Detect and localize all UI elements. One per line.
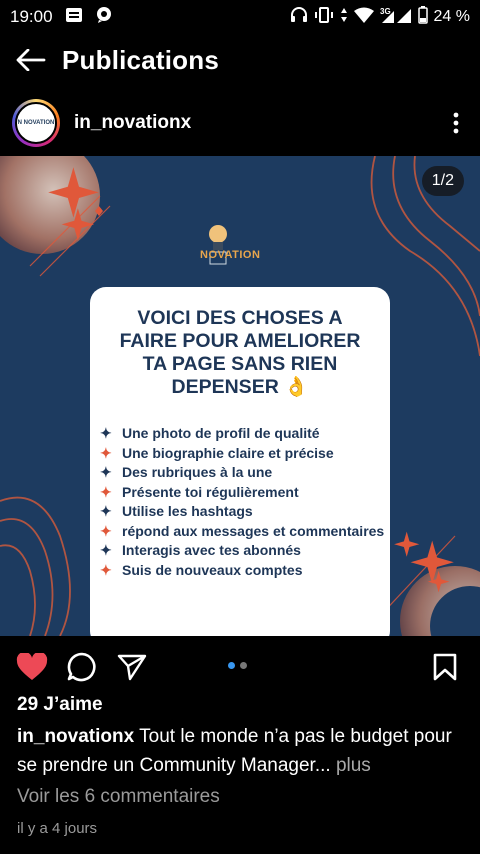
send-icon bbox=[117, 654, 147, 681]
sparkle-icon: ✦ bbox=[100, 444, 112, 461]
comment-icon bbox=[67, 652, 96, 682]
more-vertical-icon bbox=[453, 112, 459, 134]
card-title-line: DEPENSER 👌 bbox=[171, 376, 309, 398]
arrow-left-icon bbox=[16, 49, 46, 71]
data-arrows-icon bbox=[340, 7, 348, 28]
page-title: Publications bbox=[62, 44, 219, 75]
post-header: N NOVATION in_novationx bbox=[0, 94, 480, 152]
sparkle-icon: ✦ bbox=[100, 425, 112, 441]
list-item: ✦ Une biographie claire et précise bbox=[100, 444, 385, 464]
share-button[interactable] bbox=[115, 650, 149, 684]
tips-list: ✦ Une photo de profil de qualité ✦ Une bio… bbox=[100, 424, 385, 580]
tips-card: VOICI DES CHOSES A FAIRE POUR AMELIORER … bbox=[90, 287, 390, 636]
brand-logo-text: NOVATION bbox=[200, 249, 261, 261]
like-button[interactable] bbox=[15, 650, 49, 684]
avatar[interactable]: N NOVATION bbox=[12, 99, 60, 147]
bookmark-icon bbox=[433, 653, 457, 681]
battery-icon bbox=[417, 5, 428, 29]
sparkle-icon: ✦ bbox=[100, 483, 112, 500]
wifi-icon bbox=[353, 7, 374, 28]
post-username[interactable]: in_novationx bbox=[74, 112, 191, 134]
app-bar: Publications bbox=[0, 34, 480, 86]
message-icon bbox=[65, 7, 83, 28]
post-caption: in_novationx Tout le monde n’a pas le bu… bbox=[17, 722, 472, 780]
card-title: VOICI DES CHOSES A FAIRE POUR AMELIORER … bbox=[90, 307, 390, 399]
list-item: ✦ Utilise les hashtags bbox=[100, 502, 385, 522]
chat-bubble-icon bbox=[95, 6, 113, 29]
more-options-button[interactable] bbox=[444, 103, 468, 143]
caption-username[interactable]: in_novationx bbox=[17, 726, 134, 747]
sparkle-icon: ✦ bbox=[100, 522, 112, 539]
likes-count[interactable]: 29 J’aime bbox=[17, 694, 103, 716]
comment-button[interactable] bbox=[65, 650, 99, 684]
vibrate-icon bbox=[314, 6, 334, 28]
battery-percent: 24 % bbox=[433, 8, 470, 25]
sparkle-icon: ✦ bbox=[100, 503, 112, 519]
svg-text:3G: 3G bbox=[380, 7, 391, 16]
sparkle-icon: ✦ bbox=[100, 464, 112, 480]
carousel-dot bbox=[240, 662, 247, 669]
image-counter: 1/2 bbox=[421, 166, 464, 196]
list-item: ✦ répond aux messages et commentaires bbox=[100, 522, 385, 542]
list-item: ✦ Suis de nouveaux comptes bbox=[100, 561, 385, 581]
post-actions bbox=[0, 642, 480, 692]
headphones-icon bbox=[290, 6, 308, 29]
list-item: ✦ Interagis avec tes abonnés bbox=[100, 541, 385, 561]
post-image[interactable]: NOVATION VOICI DES CHOSES A FAIRE POUR A… bbox=[0, 156, 480, 636]
status-bar: 19:00 3G 24 % bbox=[0, 0, 480, 34]
list-item: ✦ Présente toi régulièrement bbox=[100, 483, 385, 503]
caption-more-link[interactable]: plus bbox=[336, 755, 371, 776]
status-time: 19:00 bbox=[10, 7, 53, 26]
carousel-dot bbox=[228, 662, 235, 669]
back-button[interactable] bbox=[0, 34, 62, 86]
post-timestamp: il y a 4 jours bbox=[17, 820, 98, 837]
card-title-line: FAIRE POUR AMELIORER bbox=[119, 330, 361, 352]
avatar-logo: N NOVATION bbox=[15, 102, 57, 144]
list-item: ✦ Des rubriques à la une bbox=[100, 463, 385, 483]
save-button[interactable] bbox=[428, 650, 462, 684]
sparkle-icon: ✦ bbox=[100, 561, 112, 578]
card-title-line: TA PAGE SANS RIEN bbox=[142, 353, 338, 375]
heart-icon bbox=[16, 653, 48, 680]
view-comments-link[interactable]: Voir les 6 commentaires bbox=[17, 786, 220, 808]
list-item: ✦ Une photo de profil de qualité bbox=[100, 424, 385, 444]
sparkle-icon: ✦ bbox=[100, 542, 112, 558]
card-title-line: VOICI DES CHOSES A bbox=[137, 307, 343, 329]
signal-3g-icon: 3G bbox=[380, 7, 412, 28]
carousel-indicator bbox=[228, 662, 247, 669]
